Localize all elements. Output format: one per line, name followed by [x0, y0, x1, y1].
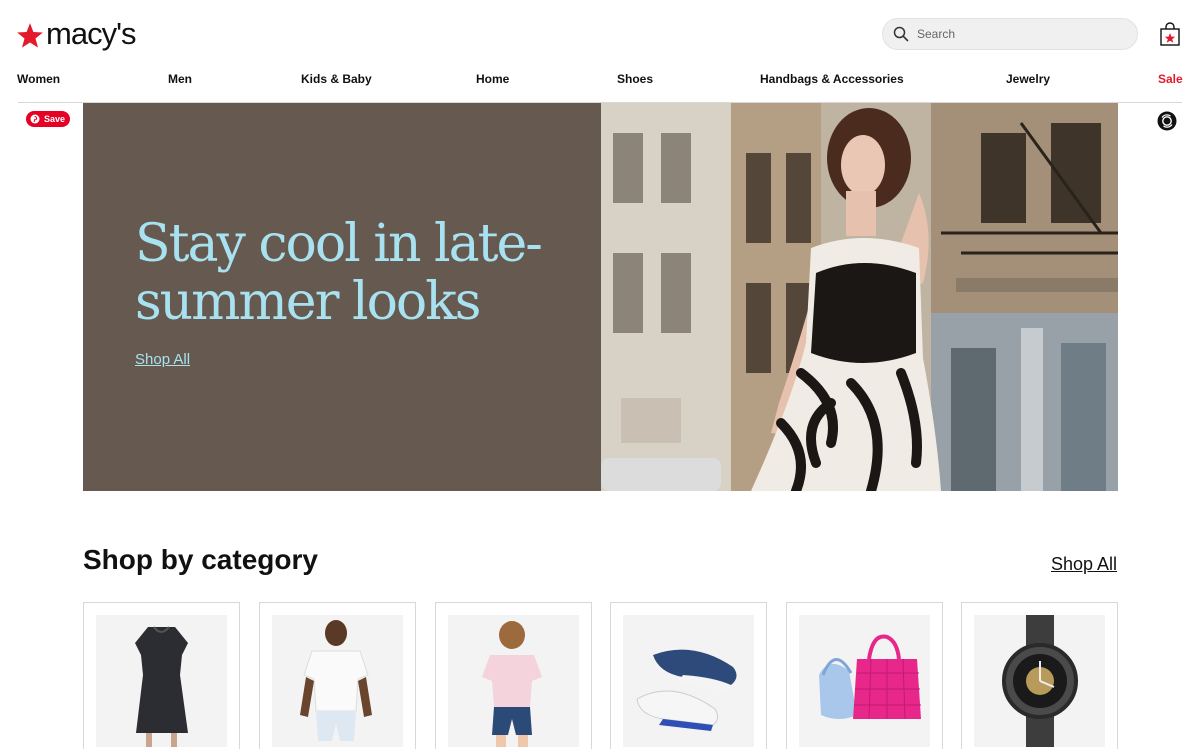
- logo-wordmark: macy's: [46, 16, 136, 51]
- sneakers-image: [623, 615, 754, 747]
- nav-item-home[interactable]: Home: [476, 72, 509, 86]
- nav-item-shoes[interactable]: Shoes: [617, 72, 653, 86]
- category-shop-all-link[interactable]: Shop All: [1051, 554, 1117, 575]
- search-placeholder: Search: [917, 27, 956, 41]
- kids-outfit-image: [448, 615, 579, 747]
- nav-item-kids-baby[interactable]: Kids & Baby: [301, 72, 372, 86]
- men-tshirt-image: [272, 615, 403, 747]
- search-icon: [893, 26, 909, 42]
- nav-item-handbags-accessories[interactable]: Handbags & Accessories: [760, 72, 904, 86]
- nav-item-women[interactable]: Women: [17, 72, 60, 86]
- handbags-image: [799, 615, 930, 747]
- visual-search-icon[interactable]: [1157, 111, 1177, 131]
- hero-headline: Stay cool in late-summer looks: [135, 214, 543, 332]
- shop-by-category-title: Shop by category: [83, 544, 318, 575]
- hero-shop-all-link[interactable]: Shop All: [135, 351, 190, 368]
- nav-item-men[interactable]: Men: [168, 72, 192, 86]
- watch-image: [974, 615, 1105, 747]
- category-card-shoes[interactable]: [610, 602, 767, 749]
- nav-item-sale[interactable]: Sale: [1158, 72, 1183, 86]
- category-card-men[interactable]: [259, 602, 416, 749]
- hero-photo: [601, 103, 1118, 491]
- pinterest-icon: [30, 114, 40, 124]
- dress-image: [96, 615, 227, 747]
- hero-banner[interactable]: Stay cool in late-summer looks Shop All: [83, 103, 1118, 491]
- nav-item-jewelry[interactable]: Jewelry: [1006, 72, 1050, 86]
- star-logo-icon: [17, 23, 43, 48]
- category-card-kids[interactable]: [435, 602, 592, 749]
- hero-text-panel: Stay cool in late-summer looks Shop All: [83, 103, 601, 491]
- hero-model-image: [601, 103, 1118, 491]
- category-card-watches[interactable]: [961, 602, 1118, 749]
- category-card-dresses[interactable]: [83, 602, 240, 749]
- main-navigation: Women Men Kids & Baby Home Shoes Handbag…: [0, 72, 1200, 90]
- shopping-bag-icon[interactable]: [1159, 22, 1181, 46]
- pinterest-save-button[interactable]: Save: [26, 111, 70, 127]
- macys-logo[interactable]: macy's: [16, 14, 136, 51]
- category-card-handbags[interactable]: [786, 602, 943, 749]
- search-input[interactable]: Search: [882, 18, 1138, 50]
- save-label: Save: [44, 114, 66, 124]
